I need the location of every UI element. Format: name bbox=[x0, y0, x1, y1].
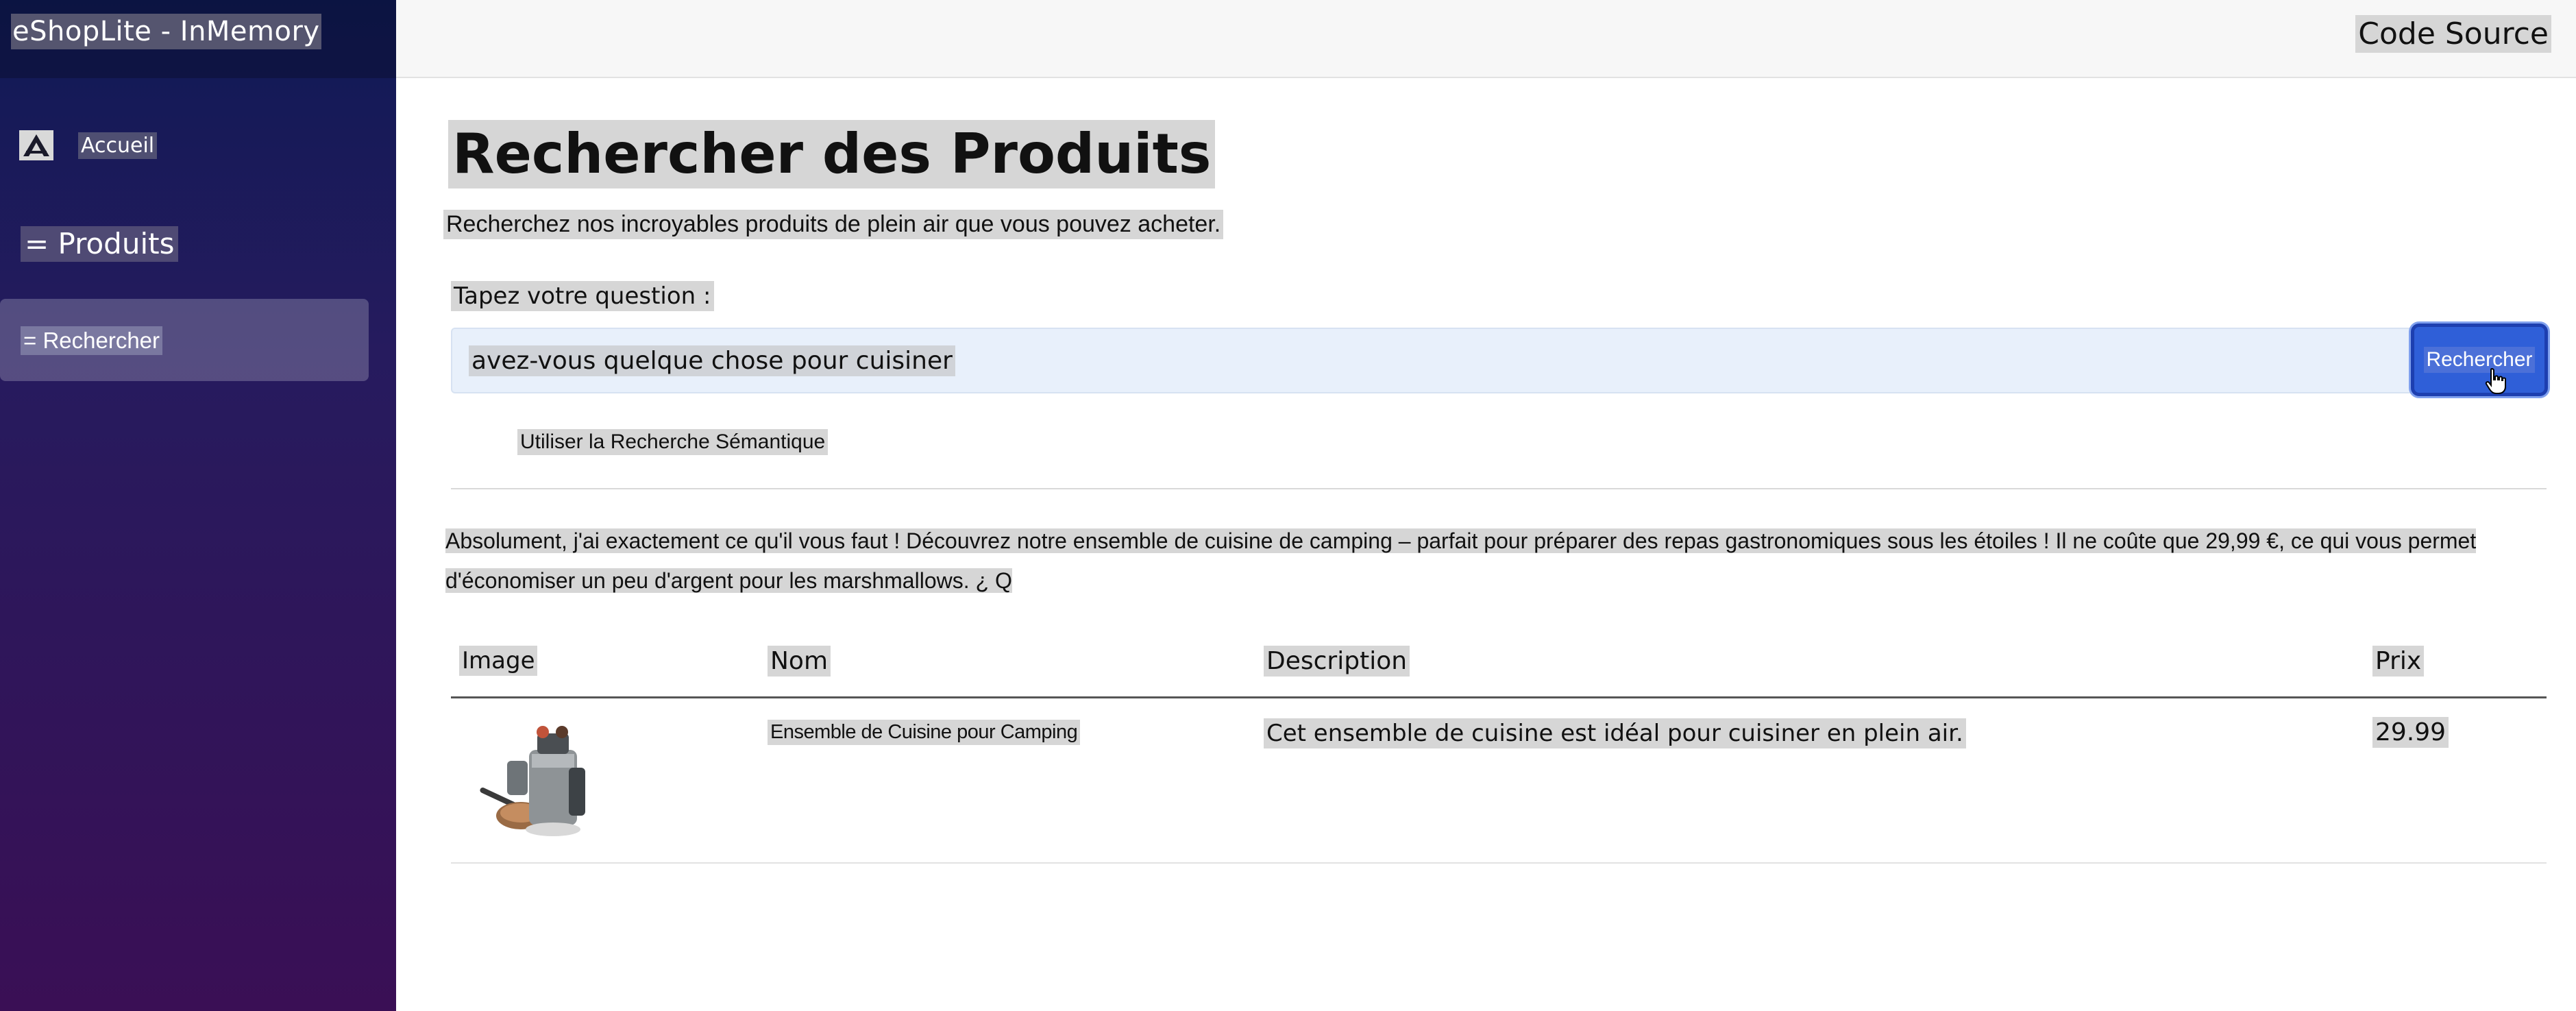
sidebar-item-accueil[interactable]: Accueil bbox=[19, 130, 158, 160]
table-header-image: Image bbox=[459, 646, 538, 676]
page-subtitle: Recherchez nos incroyables produits de p… bbox=[443, 210, 1224, 239]
sidebar-item-produits[interactable]: = Produits bbox=[21, 226, 179, 262]
brand-bar: eShopLite - InMemory bbox=[0, 0, 396, 78]
product-name: Ensemble de Cuisine pour Camping bbox=[768, 720, 1081, 745]
search-input[interactable]: avez-vous quelque chose pour cuisiner bbox=[451, 328, 2507, 393]
sidebar-item-label: Accueil bbox=[78, 132, 158, 159]
table-header-price: Prix bbox=[2372, 646, 2425, 677]
table-row-divider bbox=[451, 862, 2547, 864]
ai-answer-text: Absolument, j'ai exactement ce qu'il vou… bbox=[445, 521, 2501, 600]
search-input-value: avez-vous quelque chose pour cuisiner bbox=[469, 345, 955, 376]
sidebar: eShopLite - InMemory Accueil = Produits … bbox=[0, 0, 396, 1011]
page-title: Rechercher des Produits bbox=[448, 120, 1216, 188]
pointer-cursor-icon bbox=[2485, 367, 2506, 394]
product-price: 29.99 bbox=[2372, 717, 2449, 748]
table-header-description: Description bbox=[1264, 646, 1410, 677]
table-header-divider bbox=[451, 696, 2547, 698]
brand-title[interactable]: eShopLite - InMemory bbox=[11, 14, 321, 49]
question-label: Tapez votre question : bbox=[451, 281, 714, 311]
product-image bbox=[466, 713, 603, 850]
ai-answer-content: Absolument, j'ai exactement ce qu'il vou… bbox=[445, 528, 2477, 593]
table-header-name: Nom bbox=[768, 646, 831, 677]
divider bbox=[451, 488, 2547, 489]
search-button[interactable]: Rechercher bbox=[2411, 324, 2548, 396]
sidebar-item-rechercher[interactable]: = Rechercher bbox=[0, 299, 369, 381]
semantic-search-toggle-label[interactable]: Utiliser la Recherche Sémantique bbox=[517, 429, 829, 455]
product-description: Cet ensemble de cuisine est idéal pour c… bbox=[1264, 718, 1966, 748]
top-bar: Code Source bbox=[396, 0, 2576, 78]
sidebar-item-label: = Rechercher bbox=[21, 326, 163, 355]
home-icon bbox=[19, 130, 53, 160]
search-button-label: Rechercher bbox=[2424, 347, 2535, 373]
code-source-link[interactable]: Code Source bbox=[2355, 15, 2551, 53]
